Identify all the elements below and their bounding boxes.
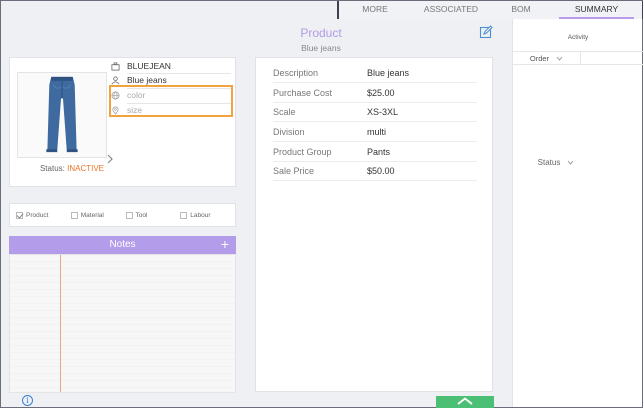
detail-value: $50.00 [367,165,395,176]
tab-bom[interactable]: BOM [491,1,551,19]
app-window: MORE ASSOCIATED BOM SUMMARY Product Blue… [0,0,643,408]
type-label: Product [26,211,49,219]
notes-header: Notes + [9,236,236,254]
detail-value: XS-3XL [367,106,399,117]
detail-row: Sale Price $50.00 [273,161,477,181]
tab-summary[interactable]: SUMMARY [551,1,642,19]
checkbox-material[interactable] [70,211,78,219]
user-icon [111,75,120,84]
detail-key: Sale Price [273,165,315,176]
details-card: Description Blue jeans Purchase Cost $25… [255,57,493,392]
notes-title: Notes [109,239,136,250]
chevron-down-icon [567,160,574,165]
type-options: Product Material Tool Labour [9,203,236,227]
notes-area[interactable] [9,254,236,393]
activity-panel: Activity Order Status [512,19,643,407]
status-label: Status: [39,164,65,173]
type-tool[interactable]: Tool [125,211,181,219]
activity-title: Activity [567,34,589,41]
activity-table-header: Order Status [513,51,643,167]
chevron-right-icon[interactable] [106,154,114,164]
detail-key: Division [273,126,305,137]
detail-value: multi [367,126,387,137]
page-subtitle: Blue jeans [301,43,341,53]
detail-row: Division multi [273,122,477,142]
tab-associated[interactable]: ASSOCIATED [411,1,491,19]
highlight-box [109,85,233,117]
checkbox-labour[interactable] [180,211,188,219]
plus-icon[interactable]: + [221,236,229,253]
checkbox-tool[interactable] [125,211,133,219]
status-column-label: Status [537,158,561,167]
type-labour[interactable]: Labour [180,211,235,219]
jeans-image [46,76,78,153]
order-column-sort[interactable]: Order [513,52,581,64]
detail-row: Scale XS-3XL [273,102,477,122]
chevron-down-icon [556,56,563,61]
product-name: Blue jeans [127,75,167,85]
type-label: Labour [190,211,211,219]
scroll-up-button[interactable] [436,396,494,408]
briefcase-icon [111,61,120,71]
detail-value: Blue jeans [367,67,410,78]
type-label: Material [80,211,104,219]
chevron-up-icon [457,397,473,405]
detail-row: Description Blue jeans [273,63,477,83]
edit-icon[interactable] [479,25,493,39]
type-label: Tool [135,211,148,219]
detail-key: Scale [273,106,296,117]
page-title: Product [300,26,342,40]
status-value: INACTIVE [67,164,105,173]
detail-row: Purchase Cost $25.00 [273,83,477,103]
notes-margin-line [60,255,61,392]
detail-value: $25.00 [367,87,395,98]
status-text: Status: INACTIVE [22,164,122,173]
type-product[interactable]: Product [16,211,71,219]
detail-value: Pants [367,146,391,157]
detail-key: Product Group [273,146,332,157]
info-icon[interactable]: i [22,395,33,406]
product-code: BLUEJEAN [127,61,171,71]
detail-key: Description [273,67,319,78]
type-material[interactable]: Material [70,211,126,219]
status-column-sort[interactable]: Status [525,158,587,167]
tab-bar: MORE ASSOCIATED BOM SUMMARY [339,1,642,19]
tab-more[interactable]: MORE [339,1,411,19]
checkbox-product[interactable] [16,211,23,219]
product-code-row: BLUEJEAN [111,59,231,73]
detail-row: Product Group Pants [273,142,477,162]
order-column-label: Order [529,53,550,63]
product-image[interactable] [17,72,107,158]
detail-key: Purchase Cost [273,87,333,98]
product-card: Status: INACTIVE BLUEJEAN Blue jeans col… [9,57,236,187]
